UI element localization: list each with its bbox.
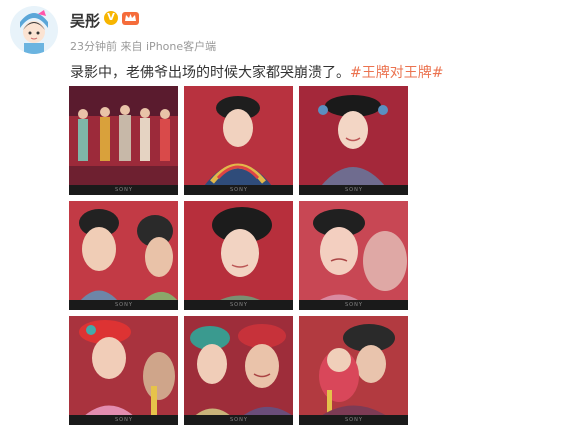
post-text: 录影中，老佛爷出场的时候大家都哭崩溃了。#王牌对王牌# <box>70 62 443 82</box>
avatar[interactable] <box>10 6 58 54</box>
photo-two-faces[interactable]: SONY <box>69 201 178 310</box>
photo-actress-collar[interactable]: SONY <box>184 86 293 195</box>
verified-badge-icon: V <box>104 11 118 25</box>
tv-brand-label: SONY <box>230 302 248 308</box>
photo-elder-woman[interactable]: SONY <box>184 316 293 425</box>
post-timestamp[interactable]: 23分钟前 <box>70 40 117 53</box>
tv-brand-label: SONY <box>345 187 363 193</box>
post-body: 录影中，老佛爷出场的时候大家都哭崩溃了。 <box>70 65 350 81</box>
photo-actress-closeup[interactable]: SONY <box>184 201 293 310</box>
member-crown-icon[interactable] <box>122 10 139 26</box>
photo-embrace[interactable]: SONY <box>299 316 408 425</box>
tv-brand-label: SONY <box>115 187 133 193</box>
photo-actress-smile[interactable]: SONY <box>299 86 408 195</box>
username[interactable]: 吴彤 <box>70 10 100 31</box>
tv-brand-label: SONY <box>230 187 248 193</box>
hashtag-link[interactable]: #王牌对王牌# <box>350 65 443 81</box>
photo-headdress-pair[interactable]: SONY <box>69 316 178 425</box>
post-meta: 23分钟前 来自 iPhone客户端 <box>70 38 216 54</box>
tv-brand-label: SONY <box>115 302 133 308</box>
post-source[interactable]: iPhone客户端 <box>146 40 216 53</box>
tv-brand-label: SONY <box>115 417 133 423</box>
photo-grid: SONY SONY SONY SONY SONY SONY SONY SONY … <box>69 86 409 426</box>
photo-stage-group[interactable]: SONY <box>69 86 178 195</box>
source-prefix: 来自 <box>120 40 143 53</box>
tv-brand-label: SONY <box>345 302 363 308</box>
avatar-cartoon-icon <box>10 6 58 54</box>
tv-brand-label: SONY <box>345 417 363 423</box>
photo-crying-actress[interactable]: SONY <box>299 201 408 310</box>
tv-brand-label: SONY <box>230 417 248 423</box>
